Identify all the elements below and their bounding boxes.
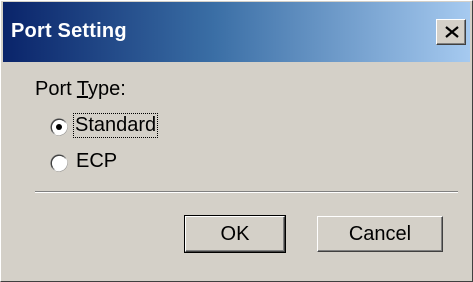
- close-icon: [445, 26, 459, 38]
- radio-unselected-icon[interactable]: [50, 154, 68, 172]
- ok-button[interactable]: OK: [184, 215, 286, 253]
- radio-selected-icon[interactable]: [50, 118, 68, 136]
- radio-label-ecp[interactable]: ECP: [76, 150, 117, 173]
- cancel-button[interactable]: Cancel: [317, 216, 443, 252]
- separator: [35, 191, 458, 193]
- close-button[interactable]: [436, 19, 466, 45]
- dialog-title: Port Setting: [11, 20, 127, 42]
- port-type-label: Port Type:: [35, 78, 126, 100]
- radio-label-standard[interactable]: Standard: [72, 113, 159, 138]
- port-setting-dialog: Port Setting Port Type: Standard ECP OK …: [0, 0, 473, 282]
- title-bar[interactable]: Port Setting: [3, 2, 470, 62]
